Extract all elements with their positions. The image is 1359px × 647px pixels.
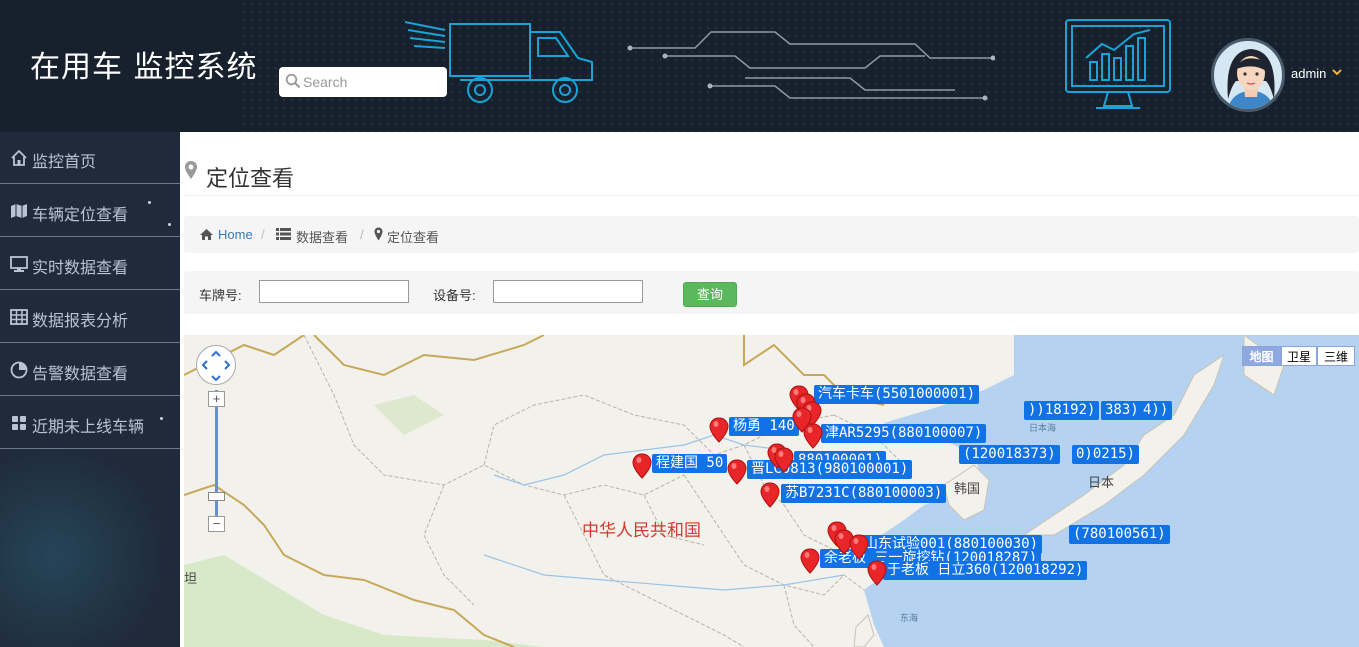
query-button[interactable]: 查询 bbox=[683, 282, 737, 307]
map-view[interactable]: 地图 卫星 三维 + − 中华人民共和国 韩国 日本 日本海 东海 坦 汽车卡车… bbox=[184, 335, 1359, 647]
vehicle-marker-pin[interactable] bbox=[632, 453, 652, 479]
vehicle-label[interactable]: 程建国 50 bbox=[652, 454, 728, 473]
decorative-dot bbox=[148, 201, 151, 204]
device-number-input[interactable] bbox=[493, 280, 643, 303]
pan-arrows-icon bbox=[201, 350, 231, 382]
sidebar-item-label: 监控首页 bbox=[32, 152, 97, 171]
map-pan-control[interactable] bbox=[196, 345, 236, 385]
sidebar-item-vehicle-location[interactable]: 车辆定位查看 bbox=[0, 185, 180, 237]
vehicle-label[interactable]: 0)0215) bbox=[1072, 445, 1140, 464]
map-marker-icon bbox=[374, 227, 383, 241]
chevron-down-icon[interactable] bbox=[1331, 66, 1343, 78]
vehicle-label[interactable]: (780100561) bbox=[1069, 525, 1170, 544]
home-icon bbox=[200, 229, 213, 240]
list-icon bbox=[276, 228, 291, 240]
vehicle-label[interactable]: ))18192) bbox=[1024, 401, 1100, 420]
sidebar-item-label: 车辆定位查看 bbox=[32, 205, 129, 224]
user-name[interactable]: admin bbox=[1291, 66, 1326, 81]
zoom-in-button[interactable]: + bbox=[208, 391, 225, 407]
sidebar-item-report-analysis[interactable]: 数据报表分析 bbox=[0, 291, 180, 343]
vehicle-label[interactable]: (120018373) bbox=[959, 445, 1060, 464]
vehicle-label[interactable]: 杨勇 140 bbox=[729, 417, 799, 436]
vehicle-marker-pin[interactable] bbox=[760, 482, 780, 508]
sidebar-nav: 监控首页 车辆定位查看 实时数据查看 数据报表分析 告警数据查看 近期未上线车辆 bbox=[0, 132, 180, 647]
analytics-monitor-icon bbox=[1065, 19, 1171, 109]
decorative-dot bbox=[160, 417, 163, 420]
truck-illustration-icon bbox=[404, 21, 593, 103]
vehicle-label[interactable]: 于老板 日立360(120018292) bbox=[883, 561, 1088, 580]
search-icon bbox=[285, 73, 301, 89]
vehicle-marker-pin[interactable] bbox=[774, 447, 794, 473]
sidebar-item-alarm-data[interactable]: 告警数据查看 bbox=[0, 344, 180, 396]
vehicle-label[interactable]: 汽车卡车(5501000001) bbox=[814, 385, 980, 404]
circuit-lines-decoration bbox=[627, 31, 995, 101]
map-label-japan: 日本 bbox=[1088, 476, 1115, 491]
map-type-3d-button[interactable]: 三维 bbox=[1317, 346, 1355, 366]
pie-chart-icon bbox=[10, 361, 28, 379]
vehicle-label[interactable]: 津AR5295(880100007) bbox=[821, 424, 987, 443]
sidebar-item-realtime-data[interactable]: 实时数据查看 bbox=[0, 238, 180, 290]
breadcrumb: Home / 数据查看 / 定位查看 bbox=[184, 216, 1359, 253]
vehicle-marker-pin[interactable] bbox=[867, 560, 887, 586]
breadcrumb-home-link[interactable]: Home bbox=[218, 227, 253, 242]
sidebar-item-label: 数据报表分析 bbox=[32, 311, 129, 330]
sidebar-item-offline-vehicles[interactable]: 近期未上线车辆 bbox=[0, 397, 180, 449]
device-number-label: 设备号: bbox=[433, 288, 476, 303]
vehicle-marker-pin[interactable] bbox=[803, 423, 823, 449]
breadcrumb-current: 定位查看 bbox=[387, 230, 440, 245]
grid-icon bbox=[12, 416, 26, 430]
zoom-slider-handle[interactable] bbox=[208, 492, 225, 501]
sidebar-item-label: 近期未上线车辆 bbox=[32, 417, 145, 436]
map-icon bbox=[11, 204, 27, 218]
zoom-slider-track[interactable] bbox=[215, 390, 218, 530]
app-title: 在用车 监控系统 bbox=[30, 50, 258, 85]
map-type-satellite-button[interactable]: 卫星 bbox=[1281, 346, 1317, 366]
vehicle-label[interactable]: 苏B7231C(880100003) bbox=[781, 484, 947, 503]
vehicle-marker-pin[interactable] bbox=[849, 534, 869, 560]
plate-number-input[interactable] bbox=[259, 280, 409, 303]
user-avatar[interactable] bbox=[1211, 38, 1285, 112]
map-marker-icon bbox=[185, 161, 197, 179]
map-label-japan-sea: 日本海 bbox=[1029, 424, 1057, 434]
breadcrumb-separator: / bbox=[360, 227, 364, 242]
plate-number-label: 车牌号: bbox=[199, 288, 242, 303]
vehicle-marker-pin[interactable] bbox=[800, 548, 820, 574]
page-title: 定位查看 bbox=[206, 167, 295, 192]
filter-bar: 车牌号: 设备号: 查询 bbox=[184, 271, 1359, 314]
home-icon bbox=[11, 149, 27, 166]
vehicle-marker-pin[interactable] bbox=[709, 417, 729, 443]
map-type-map-button[interactable]: 地图 bbox=[1242, 346, 1281, 366]
map-label-tan: 坦 bbox=[184, 572, 198, 587]
sidebar-item-monitor-home[interactable]: 监控首页 bbox=[0, 132, 180, 184]
vehicle-marker-pin[interactable] bbox=[727, 459, 747, 485]
sidebar-item-label: 告警数据查看 bbox=[32, 364, 129, 383]
title-divider bbox=[184, 195, 1359, 196]
breadcrumb-separator: / bbox=[261, 227, 265, 242]
table-icon bbox=[10, 309, 28, 325]
map-label-east-sea: 东海 bbox=[900, 614, 919, 624]
vehicle-label[interactable]: 383) bbox=[1101, 401, 1143, 420]
desktop-icon bbox=[10, 256, 28, 272]
country-label: 中华人民共和国 bbox=[582, 521, 701, 541]
vehicle-label[interactable]: 4)) bbox=[1139, 401, 1173, 420]
decorative-dot bbox=[168, 223, 171, 226]
top-header: 在用车 监控系统 Search admin bbox=[0, 0, 1359, 132]
map-label-korea: 韩国 bbox=[954, 482, 981, 497]
zoom-out-button[interactable]: − bbox=[208, 516, 225, 532]
sidebar-item-label: 实时数据查看 bbox=[32, 258, 129, 277]
breadcrumb-data-view[interactable]: 数据查看 bbox=[296, 227, 348, 246]
